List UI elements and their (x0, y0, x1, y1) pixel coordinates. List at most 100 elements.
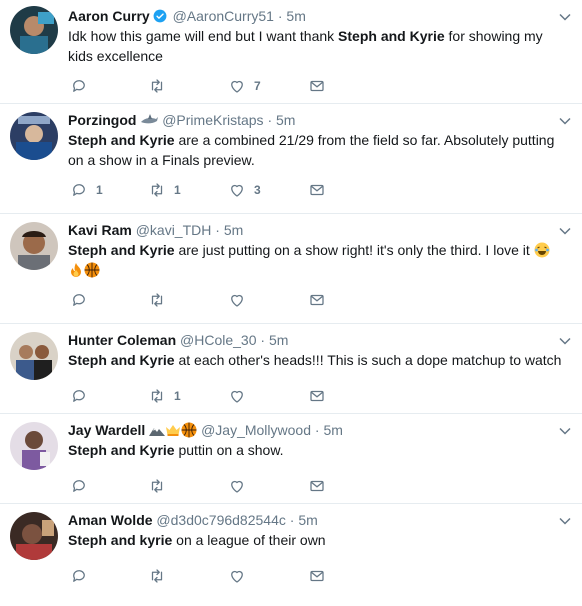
envelope-icon (310, 294, 324, 306)
direct-message-button[interactable] (308, 386, 326, 406)
direct-message-button[interactable] (308, 290, 326, 310)
tweet-header: Hunter Coleman @HCole_30 · 5m (68, 330, 542, 350)
timestamp[interactable]: 5m (298, 512, 317, 528)
retweet-button[interactable] (148, 566, 174, 586)
timestamp[interactable]: 5m (286, 8, 305, 24)
shark-emoji-icon (141, 114, 159, 124)
tweet-text-bold: Steph and Kyrie (338, 28, 445, 44)
tweet-text-bold: Steph and Kyrie (68, 242, 175, 258)
chevron-down-icon[interactable] (558, 424, 572, 438)
separator-dot: · (277, 8, 283, 24)
tweet[interactable]: Porzingod @PrimeKristaps · 5m Steph and … (0, 104, 582, 214)
heart-icon (231, 294, 243, 307)
retweet-icon (151, 479, 163, 493)
envelope-icon (310, 184, 324, 196)
reply-button[interactable] (70, 566, 96, 586)
retweet-button[interactable] (148, 290, 174, 310)
timestamp[interactable]: 5m (323, 422, 342, 438)
timestamp[interactable]: 5m (224, 222, 243, 238)
avatar[interactable] (10, 512, 58, 560)
display-name[interactable]: Aman Wolde (68, 512, 153, 528)
tweet-text-bold: Steph and Kyrie (68, 132, 175, 148)
chevron-down-icon[interactable] (558, 224, 572, 238)
retweet-icon (151, 389, 163, 403)
retweet-count: 1 (174, 183, 181, 197)
display-name[interactable]: Aaron Curry (68, 8, 150, 24)
avatar[interactable] (10, 332, 58, 380)
crown-emoji-icon (166, 425, 181, 436)
retweet-icon (151, 183, 163, 197)
heart-icon (231, 184, 243, 197)
separator-dot: · (289, 512, 295, 528)
tweet-header: Kavi Ram @kavi_TDH · 5m (68, 220, 542, 240)
user-handle[interactable]: @PrimeKristaps (162, 112, 263, 128)
like-button[interactable] (228, 290, 254, 310)
like-button[interactable]: 7 (228, 76, 261, 96)
user-handle[interactable]: @AaronCurry51 (173, 8, 274, 24)
reply-button[interactable] (70, 476, 96, 496)
envelope-icon (310, 570, 324, 582)
reply-icon (73, 294, 85, 306)
like-button[interactable] (228, 386, 254, 406)
timestamp[interactable]: 5m (269, 332, 288, 348)
display-name[interactable]: Jay Wardell (68, 422, 145, 438)
reply-button[interactable] (70, 386, 96, 406)
tweet-feed: Aaron Curry @AaronCurry51 · 5m Idk how t… (0, 0, 582, 606)
user-handle[interactable]: @kavi_TDH (136, 222, 212, 238)
timestamp[interactable]: 5m (276, 112, 295, 128)
avatar[interactable] (10, 222, 58, 270)
retweet-button[interactable]: 1 (148, 180, 181, 200)
laughing-emoji-icon (534, 242, 550, 258)
retweet-count: 1 (174, 389, 181, 403)
retweet-icon (151, 293, 163, 307)
reply-button[interactable]: 1 (70, 180, 103, 200)
retweet-button[interactable] (148, 76, 174, 96)
tweet[interactable]: Kavi Ram @kavi_TDH · 5m Steph and Kyrie … (0, 214, 582, 324)
retweet-button[interactable] (148, 476, 174, 496)
direct-message-button[interactable] (308, 76, 326, 96)
chevron-down-icon[interactable] (558, 514, 572, 528)
display-name[interactable]: Porzingod (68, 112, 136, 128)
tweet-header: Jay Wardell @Jay_Mollywood · 5m (68, 420, 542, 440)
direct-message-button[interactable] (308, 180, 326, 200)
tweet-header: Porzingod @PrimeKristaps · 5m (68, 110, 542, 130)
avatar[interactable] (10, 112, 58, 160)
tweet-text: Steph and kyrie on a league of their own (68, 532, 326, 548)
retweet-button[interactable]: 1 (148, 386, 181, 406)
user-handle[interactable]: @d3d0c796d82544c (156, 512, 285, 528)
tweet[interactable]: Aaron Curry @AaronCurry51 · 5m Idk how t… (0, 0, 582, 104)
user-handle[interactable]: @Jay_Mollywood (201, 422, 311, 438)
reply-button[interactable] (70, 76, 96, 96)
heart-icon (231, 480, 243, 493)
separator-dot: · (314, 422, 320, 438)
tweet-text-bold: Steph and kyrie (68, 532, 173, 548)
reply-icon (73, 480, 85, 492)
display-name[interactable]: Kavi Ram (68, 222, 132, 238)
tweet-text: Steph and Kyrie are just putting on a sh… (68, 240, 566, 280)
chevron-down-icon[interactable] (558, 10, 572, 24)
tweet[interactable]: Jay Wardell @Jay_Mollywood · 5m Steph an… (0, 414, 582, 504)
heart-icon (231, 80, 243, 93)
reply-button[interactable] (70, 290, 96, 310)
tweet[interactable]: Aman Wolde @d3d0c796d82544c · 5m Steph a… (0, 504, 582, 606)
tweet-text: Steph and Kyrie puttin on a show. (68, 442, 284, 458)
tweet[interactable]: Hunter Coleman @HCole_30 · 5m Steph and … (0, 324, 582, 414)
heart-icon (231, 390, 243, 403)
avatar[interactable] (10, 6, 58, 54)
tweet-text-bold: Steph and Kyrie (68, 352, 175, 368)
chevron-down-icon[interactable] (558, 114, 572, 128)
avatar[interactable] (10, 422, 58, 470)
user-handle[interactable]: @HCole_30 (180, 332, 256, 348)
direct-message-button[interactable] (308, 566, 326, 586)
reply-icon (73, 390, 85, 402)
retweet-icon (151, 79, 163, 93)
reply-icon (73, 570, 85, 582)
like-button[interactable] (228, 566, 254, 586)
direct-message-button[interactable] (308, 476, 326, 496)
like-button[interactable] (228, 476, 254, 496)
display-name[interactable]: Hunter Coleman (68, 332, 176, 348)
tweet-header: Aaron Curry @AaronCurry51 · 5m (68, 6, 542, 26)
reply-icon (73, 184, 85, 196)
like-button[interactable]: 3 (228, 180, 261, 200)
chevron-down-icon[interactable] (558, 334, 572, 348)
